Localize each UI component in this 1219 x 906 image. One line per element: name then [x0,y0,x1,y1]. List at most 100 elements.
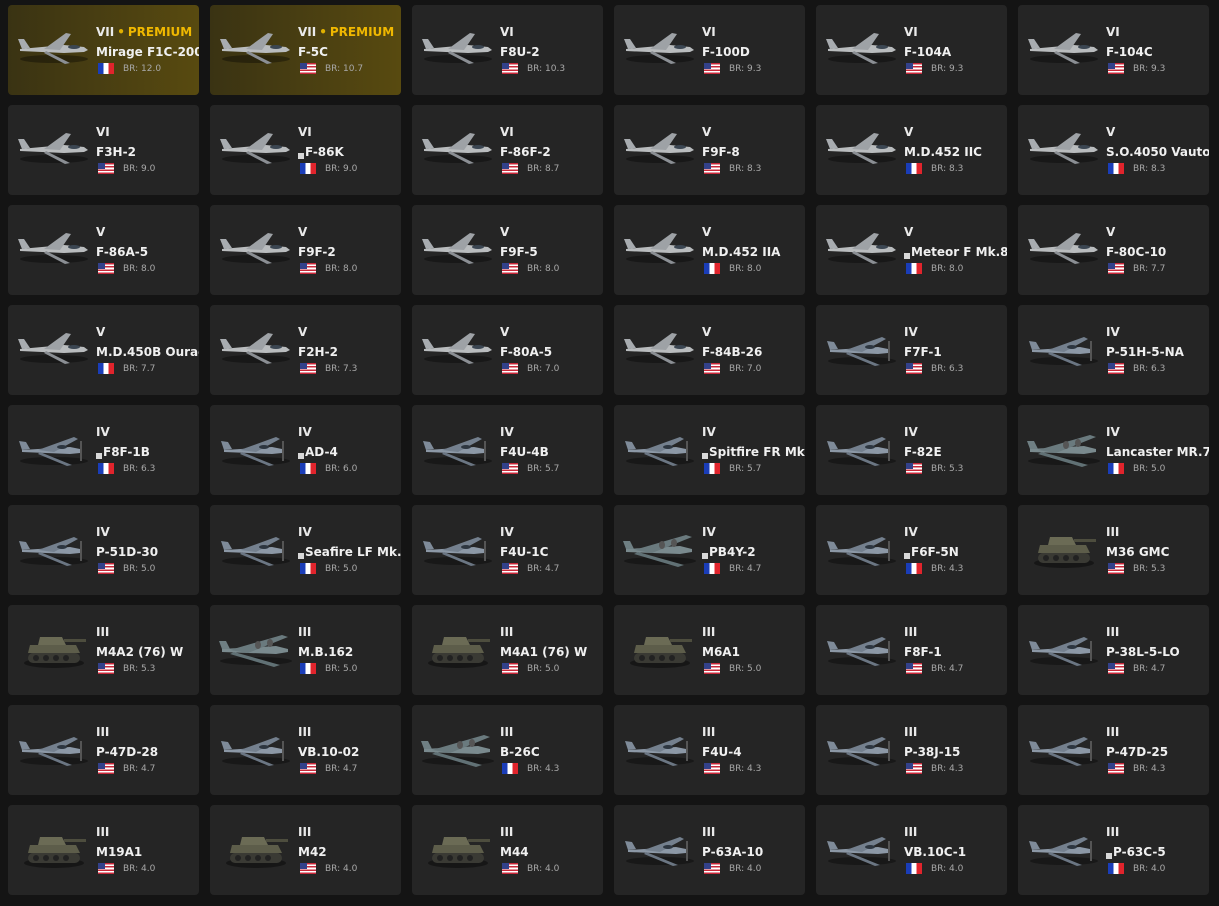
usa-flag-icon [98,563,114,574]
br-value: BR: 5.0 [1133,464,1165,474]
vehicle-card[interactable]: III P-63C-5 BR: 4.0 [1018,805,1209,895]
vehicle-card[interactable]: V F-80A-5 BR: 7.0 [412,305,603,395]
vehicle-card[interactable]: V Meteor F Mk.8 BR: 8.0 [816,205,1007,295]
rank-numeral: IV [1106,425,1120,439]
vehicle-card[interactable]: V S.O.4050 Vautour I BR: 8.3 [1018,105,1209,195]
vehicle-name: F-104A [904,45,1007,60]
vehicle-card[interactable]: III M.B.162 BR: 5.0 [210,605,401,695]
vehicle-card[interactable]: III P-63A-10 BR: 4.0 [614,805,805,895]
vehicle-card[interactable]: IV F6F-5N BR: 4.3 [816,505,1007,595]
rank-numeral: III [96,825,110,839]
vehicle-card[interactable]: III F4U-4 BR: 4.3 [614,705,805,795]
vehicle-card[interactable]: III B-26C BR: 4.3 [412,705,603,795]
br-value: BR: 9.0 [123,164,155,174]
vehicle-rank: VI [500,25,603,40]
battle-rating: BR: 7.7 [96,361,199,376]
battle-rating: BR: 4.0 [298,861,401,876]
vehicle-card[interactable]: VI F-100D BR: 9.3 [614,5,805,95]
vehicle-card[interactable]: IV Seafire LF Mk.III BR: 5.0 [210,505,401,595]
vehicle-card[interactable]: V F2H-2 BR: 7.3 [210,305,401,395]
vehicle-name: Lancaster MR.7 [1106,445,1209,460]
vehicle-card[interactable]: V M.D.450B Ouragan BR: 7.7 [8,305,199,395]
vehicle-card[interactable]: VI F-86F-2 BR: 8.7 [412,105,603,195]
vehicle-card[interactable]: IV P-51H-5-NA BR: 6.3 [1018,305,1209,395]
battle-rating: BR: 4.7 [298,761,401,776]
vehicle-card[interactable]: V F9F-8 BR: 8.3 [614,105,805,195]
vehicle-name-text: P-38J-15 [904,745,961,759]
vehicle-card[interactable]: VII • PREMIUM F-5C BR: 10.7 [210,5,401,95]
vehicle-card[interactable]: V F9F-2 BR: 8.0 [210,205,401,295]
vehicle-card[interactable]: III M44 BR: 4.0 [412,805,603,895]
br-value: BR: 4.0 [931,864,963,874]
vehicle-name: M44 [500,845,603,860]
prop-vehicle-icon [822,619,902,675]
vehicle-card[interactable]: VII • PREMIUM Mirage F1C-200 BR: 12.0 [8,5,199,95]
usa-flag-icon [1108,763,1124,774]
vehicle-card[interactable]: III M42 BR: 4.0 [210,805,401,895]
vehicle-card[interactable]: V F-80C-10 BR: 7.7 [1018,205,1209,295]
vehicle-card[interactable]: VI F8U-2 BR: 10.3 [412,5,603,95]
vehicle-card[interactable]: III M4A2 (76) W BR: 5.3 [8,605,199,695]
vehicle-card[interactable]: VI F3H-2 BR: 9.0 [8,105,199,195]
usa-flag-icon [502,663,518,674]
vehicle-name-text: Seafire LF Mk.III [305,545,401,559]
vehicle-rank: III [1106,525,1209,540]
vehicle-card[interactable]: III F8F-1 BR: 4.7 [816,605,1007,695]
rank-numeral: III [702,825,716,839]
vehicle-card[interactable]: III M4A1 (76) W BR: 5.0 [412,605,603,695]
vehicle-card[interactable]: V F-84B-26 BR: 7.0 [614,305,805,395]
vehicle-name: F-100D [702,45,805,60]
vehicle-rank: III [904,825,1007,840]
rank-numeral: V [1106,125,1116,139]
vehicle-name-text: F-86K [305,145,344,159]
br-prefix: BR: [1133,163,1152,174]
vehicle-card[interactable]: IV F4U-1C BR: 4.7 [412,505,603,595]
vehicle-card[interactable]: V M.D.452 IIA BR: 8.0 [614,205,805,295]
rank-numeral: V [702,125,712,139]
vehicle-card[interactable]: III P-47D-25 BR: 4.3 [1018,705,1209,795]
br-number: 4.0 [949,863,964,874]
vehicle-card[interactable]: III VB.10C-1 BR: 4.0 [816,805,1007,895]
vehicle-card[interactable]: III P-47D-28 BR: 4.7 [8,705,199,795]
vehicle-card[interactable]: III M36 GMC BR: 5.3 [1018,505,1209,595]
usa-flag-icon [1108,663,1124,674]
vehicle-card[interactable]: V M.D.452 IIC BR: 8.3 [816,105,1007,195]
vehicle-card[interactable]: IV PB4Y-2 BR: 4.7 [614,505,805,595]
vehicle-card[interactable]: IV F8F-1B BR: 6.3 [8,405,199,495]
vehicle-card[interactable]: III VB.10-02 BR: 4.7 [210,705,401,795]
vehicle-card[interactable]: VI F-104C BR: 9.3 [1018,5,1209,95]
br-number: 9.3 [1151,63,1166,74]
vehicle-card[interactable]: III P-38J-15 BR: 4.3 [816,705,1007,795]
jet-vehicle-icon [822,119,902,175]
vehicle-card[interactable]: VI F-104A BR: 9.3 [816,5,1007,95]
vehicle-card[interactable]: III M19A1 BR: 4.0 [8,805,199,895]
vehicle-card[interactable]: IV F7F-1 BR: 6.3 [816,305,1007,395]
rank-numeral: III [904,625,918,639]
battle-rating: BR: 7.3 [298,361,401,376]
vehicle-name-text: F-5C [298,45,328,59]
br-prefix: BR: [729,163,748,174]
vehicle-card[interactable]: IV Lancaster MR.7 BR: 5.0 [1018,405,1209,495]
vehicle-card[interactable]: IV AD-4 BR: 6.0 [210,405,401,495]
jet-vehicle-icon [620,19,700,75]
vehicle-card[interactable]: V F-86A-5 BR: 8.0 [8,205,199,295]
vehicle-card[interactable]: IV Spitfire FR Mk XI BR: 5.7 [614,405,805,495]
battle-rating: BR: 8.0 [702,261,805,276]
vehicle-rank: IV [96,425,199,440]
vehicle-card[interactable]: III P-38L-5-LO BR: 4.7 [1018,605,1209,695]
rank-numeral: III [1106,825,1120,839]
vehicle-card[interactable]: IV F4U-4B BR: 5.7 [412,405,603,495]
rank-numeral: IV [1106,325,1120,339]
rank-numeral: V [500,325,510,339]
vehicle-card[interactable]: IV F-82E BR: 5.3 [816,405,1007,495]
vehicle-card[interactable]: VI F-86K BR: 9.0 [210,105,401,195]
vehicle-card[interactable]: V F9F-5 BR: 8.0 [412,205,603,295]
vehicle-name-text: M4A2 (76) W [96,645,184,659]
vehicle-card[interactable]: IV P-51D-30 BR: 5.0 [8,505,199,595]
vehicle-card[interactable]: III M6A1 BR: 5.0 [614,605,805,695]
rank-numeral: V [904,225,914,239]
br-prefix: BR: [123,463,142,474]
br-prefix: BR: [1133,463,1152,474]
vehicle-name: AD-4 [298,445,401,460]
br-value: BR: 4.7 [325,764,357,774]
